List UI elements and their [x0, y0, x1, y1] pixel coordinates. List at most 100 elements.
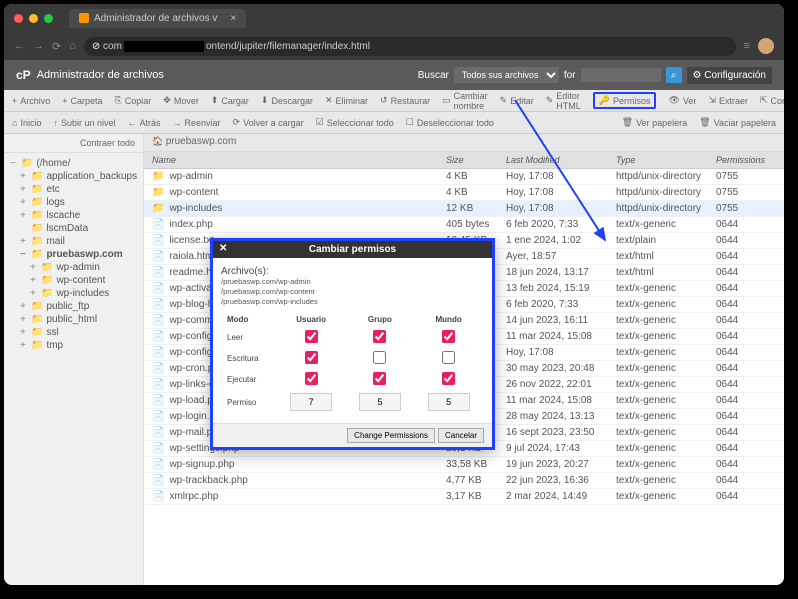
- row-exec: Ejecutar: [223, 370, 276, 389]
- col-modified[interactable]: Last Modified: [506, 155, 616, 165]
- edit-button[interactable]: ✎ Editar: [500, 95, 534, 106]
- new-file-button[interactable]: + Archivo: [12, 96, 50, 106]
- max-dot[interactable]: [44, 14, 53, 23]
- copy-button[interactable]: ⎘ Copiar: [115, 95, 152, 106]
- tree-item[interactable]: +📁mail: [6, 235, 141, 248]
- perm-user-input[interactable]: [290, 393, 332, 411]
- search-scope-select[interactable]: Todos sus archivos: [454, 67, 559, 83]
- write-group-check[interactable]: [373, 351, 386, 364]
- col-group: Grupo: [347, 313, 414, 326]
- avatar[interactable]: [758, 38, 774, 54]
- forward-icon[interactable]: →: [33, 40, 44, 52]
- close-icon[interactable]: ✕: [219, 243, 227, 254]
- compress-button[interactable]: ⇱ Comprimir: [760, 95, 784, 106]
- write-world-check[interactable]: [442, 351, 455, 364]
- col-mode: Modo: [223, 313, 276, 326]
- search-button[interactable]: ⌕: [666, 67, 682, 83]
- permissions-dialog: ✕Cambiar permisos Archivo(s): /pruebaswp…: [210, 238, 495, 450]
- tree-item[interactable]: −📁pruebaswp.com: [6, 248, 141, 261]
- url-input[interactable]: ⊘ comontend/jupiter/filemanager/index.ht…: [84, 37, 736, 56]
- cancel-button[interactable]: Cancelar: [438, 428, 484, 443]
- move-button[interactable]: ✥ Mover: [163, 95, 199, 106]
- file-row[interactable]: 📁wp-content4 KBHoy, 17:08httpd/unix-dire…: [144, 185, 784, 201]
- reload-icon[interactable]: ⟳: [52, 40, 61, 53]
- tree-item[interactable]: −📁(/home/: [6, 157, 141, 170]
- perm-group-input[interactable]: [359, 393, 401, 411]
- file-row[interactable]: 📁wp-includes12 KBHoy, 17:08httpd/unix-di…: [144, 201, 784, 217]
- close-icon[interactable]: ×: [230, 13, 236, 24]
- exec-group-check[interactable]: [373, 372, 386, 385]
- tree-item[interactable]: +📁public_html: [6, 313, 141, 326]
- change-permissions-button[interactable]: Change Permissions: [347, 428, 435, 443]
- tree-item[interactable]: +📁ssl: [6, 326, 141, 339]
- browser-tab[interactable]: Administrador de archivos v×: [69, 9, 246, 28]
- write-user-check[interactable]: [305, 351, 318, 364]
- back-icon[interactable]: ←: [14, 40, 25, 52]
- file-row[interactable]: 📄index.php405 bytes6 feb 2020, 7:33text/…: [144, 217, 784, 233]
- back-button[interactable]: ← Atrás: [128, 118, 161, 128]
- search-input[interactable]: [581, 68, 661, 82]
- menu-icon[interactable]: ≡: [744, 40, 750, 52]
- empty-trash-button[interactable]: 🗑 Vaciar papelera: [699, 117, 776, 128]
- tree-item[interactable]: +📁public_ftp: [6, 300, 141, 313]
- tree-item[interactable]: +📁etc: [6, 183, 141, 196]
- upload-button[interactable]: ⬆ Cargar: [211, 95, 249, 106]
- view-button[interactable]: 👁 Ver: [668, 95, 696, 106]
- url-bar: ← → ⟳ ⌂ ⊘ comontend/jupiter/filemanager/…: [4, 32, 784, 60]
- col-perms[interactable]: Permissions: [716, 155, 776, 165]
- perm-world-input[interactable]: [428, 393, 470, 411]
- file-row[interactable]: 📁wp-admin4 KBHoy, 17:08httpd/unix-direct…: [144, 169, 784, 185]
- tree-item[interactable]: +📁wp-admin: [6, 261, 141, 274]
- reload-button[interactable]: ⟳ Volver a cargar: [233, 117, 304, 128]
- select-all-button[interactable]: ☑ Seleccionar todo: [316, 117, 394, 128]
- deselect-button[interactable]: ☐ Deseleccionar todo: [406, 117, 494, 128]
- collapse-all[interactable]: Contraer todo: [4, 134, 143, 153]
- mac-titlebar: Administrador de archivos v×: [4, 4, 784, 32]
- view-trash-button[interactable]: 🗑 Ver papelera: [622, 117, 687, 128]
- tree-item[interactable]: +📁lscache: [6, 209, 141, 222]
- files-label: Archivo(s):: [221, 266, 484, 277]
- delete-button[interactable]: ✕ Eliminar: [325, 95, 368, 106]
- col-user: Usuario: [278, 313, 345, 326]
- home-icon[interactable]: ⌂: [69, 40, 76, 52]
- close-dot[interactable]: [14, 14, 23, 23]
- new-folder-button[interactable]: + Carpeta: [62, 96, 102, 106]
- min-dot[interactable]: [29, 14, 38, 23]
- tree-item[interactable]: +📁application_backups: [6, 170, 141, 183]
- read-group-check[interactable]: [373, 330, 386, 343]
- col-type[interactable]: Type: [616, 155, 716, 165]
- extract-button[interactable]: ⇲ Extraer: [708, 95, 748, 106]
- row-read: Leer: [223, 328, 276, 347]
- file-row[interactable]: 📄wp-trackback.php4,77 KB22 jun 2023, 16:…: [144, 473, 784, 489]
- col-size[interactable]: Size: [446, 155, 506, 165]
- page-title: Administrador de archivos: [37, 69, 164, 81]
- tree-item[interactable]: 📁lscmData: [6, 222, 141, 235]
- for-label: for: [564, 70, 576, 81]
- dialog-title: ✕Cambiar permisos: [213, 241, 492, 258]
- tree-item[interactable]: +📁wp-content: [6, 274, 141, 287]
- permissions-button[interactable]: 🔑 Permisos: [593, 92, 657, 109]
- rename-button[interactable]: ▭ Cambiar nombre: [442, 91, 488, 111]
- download-button[interactable]: ⬇ Descargar: [261, 95, 313, 106]
- exec-world-check[interactable]: [442, 372, 455, 385]
- folder-tree: Contraer todo −📁(/home/+📁application_bac…: [4, 134, 144, 585]
- row-write: Escritura: [223, 349, 276, 368]
- home-button[interactable]: ⌂ Inicio: [12, 118, 41, 128]
- breadcrumb[interactable]: 🏠 pruebaswp.com: [144, 134, 784, 152]
- col-world: Mundo: [415, 313, 482, 326]
- read-user-check[interactable]: [305, 330, 318, 343]
- forward-button[interactable]: → Reenviar: [173, 118, 221, 128]
- col-name[interactable]: Name: [152, 155, 446, 165]
- tree-item[interactable]: +📁logs: [6, 196, 141, 209]
- cpanel-logo: cP: [16, 68, 31, 82]
- html-editor-button[interactable]: ✎ Editor HTML: [546, 91, 581, 111]
- exec-user-check[interactable]: [305, 372, 318, 385]
- file-row[interactable]: 📄xmlrpc.php3,17 KB2 mar 2024, 14:49text/…: [144, 489, 784, 505]
- tree-item[interactable]: +📁wp-includes: [6, 287, 141, 300]
- restore-button[interactable]: ↺ Restaurar: [380, 95, 430, 106]
- up-level-button[interactable]: ↑ Subir un nivel: [53, 118, 115, 128]
- tree-item[interactable]: +📁tmp: [6, 339, 141, 352]
- read-world-check[interactable]: [442, 330, 455, 343]
- config-button[interactable]: ⚙ Configuración: [687, 67, 772, 84]
- file-row[interactable]: 📄wp-signup.php33,58 KB19 jun 2023, 20:27…: [144, 457, 784, 473]
